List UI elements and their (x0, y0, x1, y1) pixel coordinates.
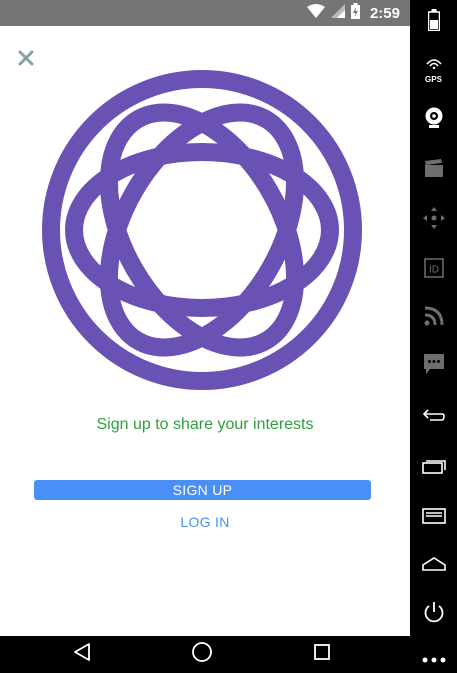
dpad-button[interactable] (410, 200, 457, 240)
battery-button[interactable] (410, 2, 457, 42)
svg-text:ID: ID (429, 264, 439, 275)
more-icon (422, 650, 446, 668)
toolbar-back-button[interactable] (410, 398, 457, 438)
gps-icon (425, 56, 442, 74)
log-in-link[interactable]: LOG IN (0, 514, 410, 530)
power-icon (423, 601, 445, 628)
nav-recents-button[interactable] (292, 636, 352, 673)
camera-icon (424, 107, 444, 134)
signal-icon (330, 3, 345, 23)
interests-logo (42, 70, 362, 390)
navigation-bar (0, 636, 410, 673)
battery-charging-icon (350, 2, 360, 24)
wifi-icon (306, 3, 325, 23)
more-button[interactable] (410, 644, 457, 673)
media-icon (424, 158, 443, 182)
back-icon (72, 642, 92, 667)
device-id-button[interactable]: ID (410, 250, 457, 290)
sms-icon (423, 353, 445, 380)
gps-button[interactable]: GPS (410, 50, 457, 90)
back-icon (422, 408, 446, 429)
recents-icon (313, 643, 331, 666)
toolbar-menu-button[interactable] (410, 498, 457, 538)
power-button[interactable] (410, 594, 457, 634)
close-button[interactable] (14, 48, 38, 72)
dpad-icon (422, 206, 445, 234)
app-screen: Sign up to share your interests SIGN UP … (0, 26, 410, 636)
id-icon: ID (423, 257, 444, 283)
status-time: 2:59 (369, 4, 400, 22)
sign-up-button[interactable]: SIGN UP (34, 480, 371, 500)
signup-tagline: Sign up to share your interests (96, 416, 314, 433)
nav-back-button[interactable] (52, 636, 112, 673)
status-icons: 2:59 (306, 2, 400, 24)
close-icon (18, 50, 34, 71)
recents-icon (421, 458, 446, 479)
camera-button[interactable] (410, 100, 457, 140)
menu-icon (421, 507, 446, 529)
toolbar-home-button[interactable] (410, 546, 457, 586)
emulator-toolbar: GPS ID (410, 0, 457, 673)
rss-button[interactable] (410, 298, 457, 338)
battery-icon (427, 8, 440, 36)
rss-icon (424, 306, 444, 331)
gps-label: GPS (425, 75, 442, 84)
sms-button[interactable] (410, 346, 457, 386)
home-icon (191, 641, 213, 668)
media-button[interactable] (410, 150, 457, 190)
nav-home-button[interactable] (172, 636, 232, 673)
toolbar-recents-button[interactable] (410, 448, 457, 488)
home-icon (421, 556, 446, 577)
status-bar: 2:59 (0, 0, 410, 26)
